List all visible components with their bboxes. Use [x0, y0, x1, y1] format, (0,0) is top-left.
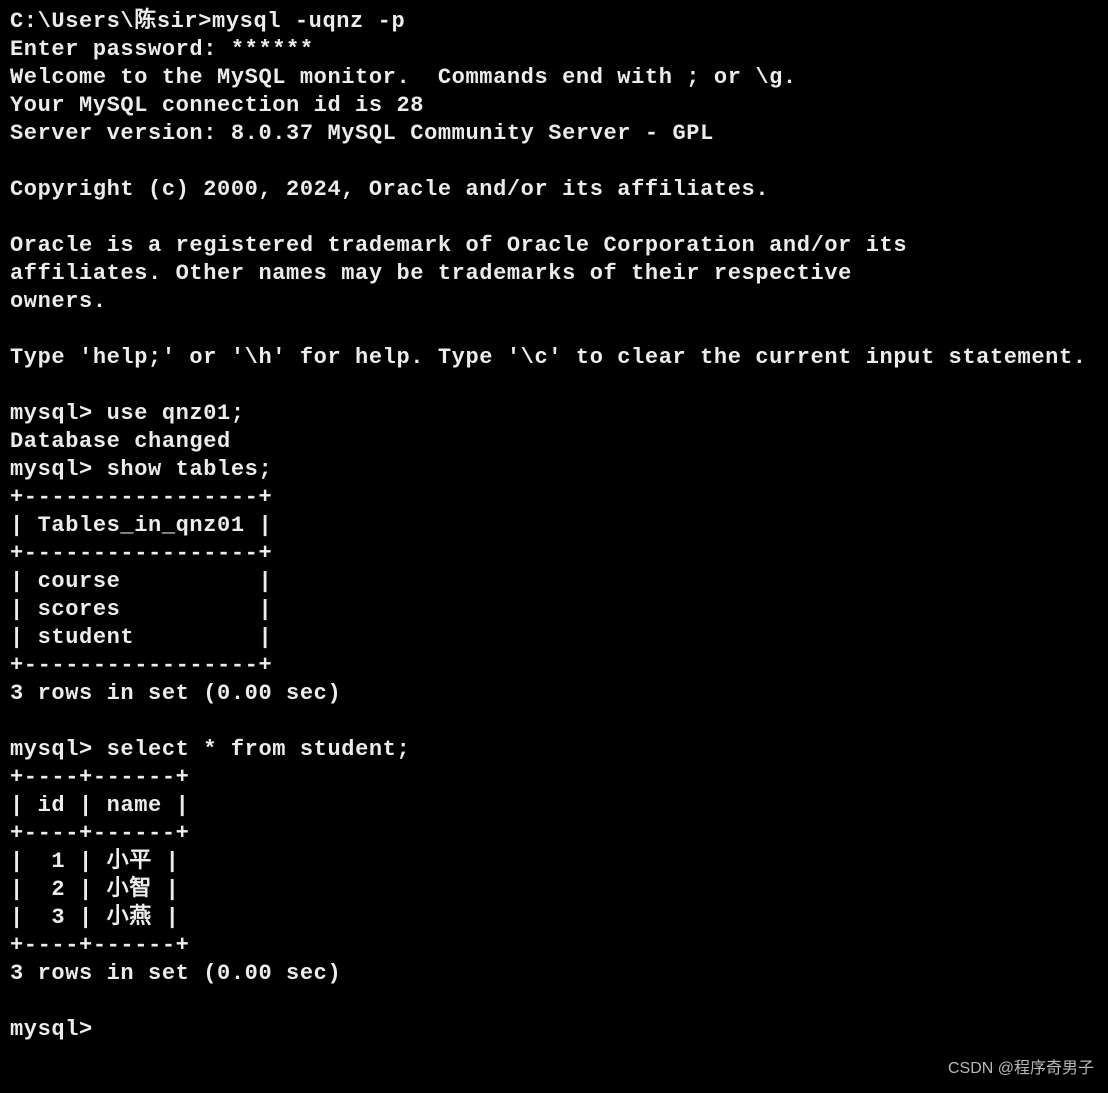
output-line: Your MySQL connection id is 28 — [10, 93, 424, 118]
mysql-prompt: mysql> — [10, 1017, 107, 1042]
output-line: Welcome to the MySQL monitor. Commands e… — [10, 65, 797, 90]
table-header-row: | id | name | — [10, 793, 189, 818]
output-line: affiliates. Other names may be trademark… — [10, 261, 852, 286]
mysql-prompt: mysql> — [10, 737, 107, 762]
output-line: owners. — [10, 289, 107, 314]
mysql-prompt: mysql> — [10, 457, 107, 482]
command-text: mysql -uqnz -p — [212, 9, 405, 34]
result-summary: 3 rows in set (0.00 sec) — [10, 961, 341, 986]
output-line: Database changed — [10, 429, 231, 454]
table-row: | student | — [10, 625, 272, 650]
command-text: use qnz01; — [107, 401, 245, 426]
table-border: +----+------+ — [10, 765, 189, 790]
output-line: Server version: 8.0.37 MySQL Community S… — [10, 121, 714, 146]
table-row: | 2 | 小智 | — [10, 877, 179, 902]
command-text: show tables; — [107, 457, 273, 482]
command-text: select * from student; — [107, 737, 411, 762]
table-header-row: | Tables_in_qnz01 | — [10, 513, 272, 538]
table-border: +----+------+ — [10, 933, 189, 958]
output-line: Copyright (c) 2000, 2024, Oracle and/or … — [10, 177, 769, 202]
table-border: +-----------------+ — [10, 653, 272, 678]
watermark: CSDN @程序奇男子 — [948, 1055, 1094, 1083]
output-line: Enter password: ****** — [10, 37, 314, 62]
result-summary: 3 rows in set (0.00 sec) — [10, 681, 341, 706]
terminal-output[interactable]: C:\Users\陈sir>mysql -uqnz -p Enter passw… — [10, 8, 1098, 1044]
mysql-prompt: mysql> — [10, 401, 107, 426]
shell-prompt: C:\Users\陈sir> — [10, 9, 212, 34]
table-border: +-----------------+ — [10, 541, 272, 566]
table-row: | course | — [10, 569, 272, 594]
table-border: +-----------------+ — [10, 485, 272, 510]
table-row: | scores | — [10, 597, 272, 622]
table-border: +----+------+ — [10, 821, 189, 846]
output-line: Type 'help;' or '\h' for help. Type '\c'… — [10, 345, 1087, 370]
table-row: | 1 | 小平 | — [10, 849, 179, 874]
output-line: Oracle is a registered trademark of Orac… — [10, 233, 907, 258]
table-row: | 3 | 小燕 | — [10, 905, 179, 930]
